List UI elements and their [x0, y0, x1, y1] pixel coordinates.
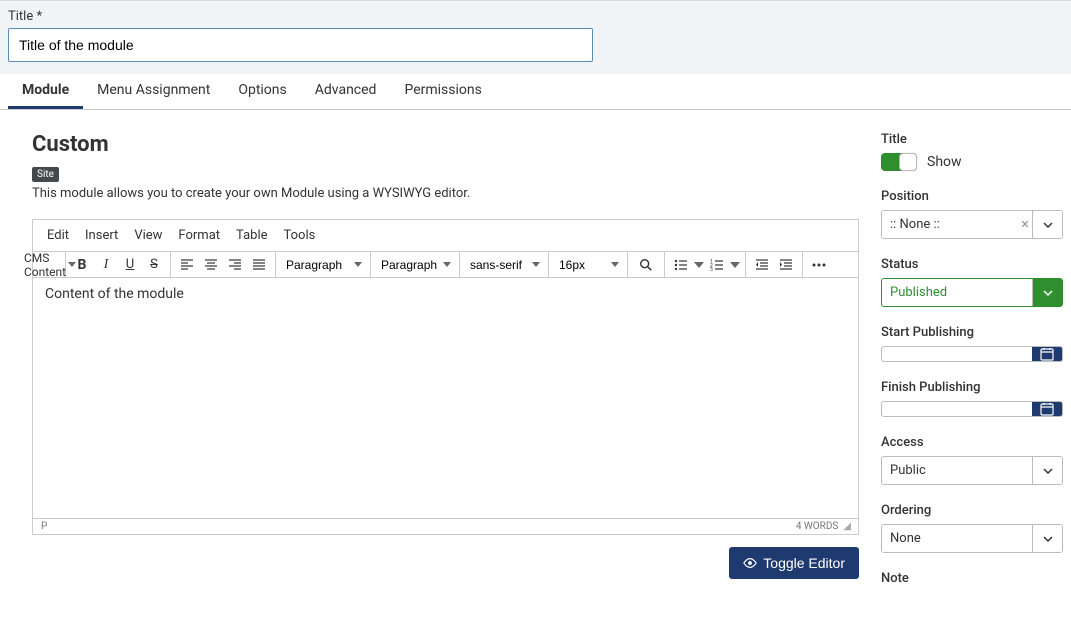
title-toggle[interactable]: [881, 153, 917, 171]
title-input[interactable]: [8, 28, 593, 62]
format-select[interactable]: Paragraph: [280, 256, 366, 274]
position-clear[interactable]: ✕: [1018, 211, 1032, 238]
menu-format[interactable]: Format: [170, 224, 228, 247]
numbered-list-button[interactable]: 123: [705, 254, 729, 276]
font-size-select[interactable]: 16px: [553, 256, 623, 274]
strikethrough-button[interactable]: S: [142, 254, 166, 276]
align-right-icon: [228, 258, 242, 272]
align-right-button[interactable]: [223, 254, 247, 276]
status-value: Published: [882, 279, 1032, 306]
module-desc: This module allows you to create your ow…: [32, 186, 859, 201]
tab-options[interactable]: Options: [224, 74, 300, 109]
search-icon: [639, 258, 653, 272]
editor-path: P: [41, 521, 47, 532]
italic-button[interactable]: I: [94, 254, 118, 276]
bullet-list-caret[interactable]: [693, 262, 705, 268]
align-left-icon: [180, 258, 194, 272]
align-left-button[interactable]: [175, 254, 199, 276]
side-title-label: Title: [881, 132, 1063, 147]
finish-publishing-label: Finish Publishing: [881, 380, 1063, 395]
align-justify-button[interactable]: [247, 254, 271, 276]
svg-text:3: 3: [710, 267, 713, 272]
outdent-icon: [755, 258, 769, 272]
position-label: Position: [881, 189, 1063, 204]
outdent-button[interactable]: [750, 254, 774, 276]
access-select[interactable]: Public: [881, 456, 1063, 485]
access-label: Access: [881, 435, 1063, 450]
calendar-icon: [1040, 402, 1054, 416]
ordering-value: None: [882, 525, 1032, 552]
site-badge: Site: [32, 167, 59, 182]
status-caret[interactable]: [1032, 279, 1062, 306]
title-label: Title *: [8, 9, 1063, 24]
menu-tools[interactable]: Tools: [276, 224, 324, 247]
finish-publishing-input[interactable]: [881, 401, 1063, 417]
tab-module[interactable]: Module: [8, 74, 83, 109]
indent-button[interactable]: [774, 254, 798, 276]
tab-permissions[interactable]: Permissions: [390, 74, 495, 109]
align-center-icon: [204, 258, 218, 272]
module-heading: Custom: [32, 132, 859, 157]
toggle-editor-label: Toggle Editor: [763, 555, 845, 571]
menu-edit[interactable]: Edit: [39, 224, 77, 247]
wysiwyg-editor: Edit Insert View Format Table Tools CMS …: [32, 219, 859, 535]
ordering-label: Ordering: [881, 503, 1063, 518]
note-label: Note: [881, 571, 1063, 586]
underline-button[interactable]: U: [118, 254, 142, 276]
status-select[interactable]: Published: [881, 278, 1063, 307]
position-caret[interactable]: [1032, 211, 1062, 238]
toggle-editor-button[interactable]: Toggle Editor: [729, 547, 859, 579]
start-publishing-input[interactable]: [881, 346, 1063, 362]
start-publishing-label: Start Publishing: [881, 325, 1063, 340]
position-value: :: None ::: [882, 211, 1018, 238]
start-publishing-calendar-button[interactable]: [1032, 347, 1062, 361]
position-select[interactable]: :: None :: ✕: [881, 210, 1063, 239]
more-button[interactable]: [807, 254, 831, 276]
tabbar: Module Menu Assignment Options Advanced …: [0, 74, 1071, 110]
status-label: Status: [881, 257, 1063, 272]
editor-menubar: Edit Insert View Format Table Tools: [33, 220, 858, 252]
finish-publishing-calendar-button[interactable]: [1032, 402, 1062, 416]
resize-grip[interactable]: ◢: [843, 521, 850, 532]
cms-content-button[interactable]: CMS Content: [37, 254, 61, 276]
tab-advanced[interactable]: Advanced: [301, 74, 391, 109]
menu-table[interactable]: Table: [228, 224, 275, 247]
ordering-caret[interactable]: [1032, 525, 1062, 552]
menu-insert[interactable]: Insert: [77, 224, 126, 247]
editor-content-area[interactable]: Content of the module: [33, 278, 858, 518]
align-justify-icon: [252, 258, 266, 272]
calendar-icon: [1040, 347, 1054, 361]
finish-publishing-value[interactable]: [882, 402, 1032, 416]
search-button[interactable]: [632, 254, 660, 276]
access-caret[interactable]: [1032, 457, 1062, 484]
start-publishing-value[interactable]: [882, 347, 1032, 361]
numbered-list-caret[interactable]: [729, 262, 741, 268]
indent-icon: [779, 258, 793, 272]
numbered-list-icon: 123: [710, 258, 724, 272]
font-select[interactable]: sans-serif: [464, 256, 544, 274]
ordering-select[interactable]: None: [881, 524, 1063, 553]
block-select[interactable]: Paragraph: [375, 256, 455, 274]
align-center-button[interactable]: [199, 254, 223, 276]
access-value: Public: [882, 457, 1032, 484]
bold-button[interactable]: B: [70, 254, 94, 276]
editor-statusbar: P 4 WORDS ◢: [33, 518, 858, 534]
bullet-list-icon: [674, 258, 688, 272]
tab-menu-assignment[interactable]: Menu Assignment: [83, 74, 224, 109]
word-count: 4 WORDS: [796, 521, 839, 532]
ellipsis-icon: [812, 258, 826, 272]
bullet-list-button[interactable]: [669, 254, 693, 276]
eye-icon: [743, 556, 757, 570]
menu-view[interactable]: View: [126, 224, 170, 247]
title-toggle-value: Show: [927, 154, 962, 170]
editor-toolbar: CMS Content B I U S: [33, 252, 858, 278]
